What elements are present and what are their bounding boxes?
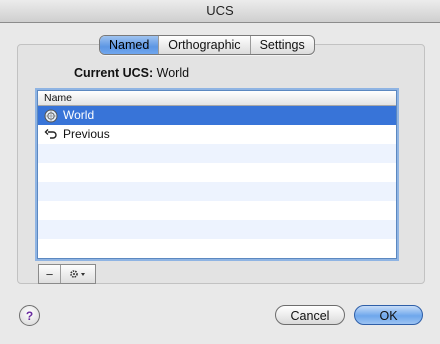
current-ucs-value: World	[156, 66, 190, 80]
window-title: UCS	[0, 0, 440, 23]
world-ucs-icon	[44, 109, 58, 123]
tab-bar: Named Orthographic Settings	[99, 35, 315, 55]
help-button[interactable]: ?	[19, 305, 40, 326]
empty-row	[38, 163, 396, 182]
remove-button[interactable]: −	[39, 265, 61, 283]
tab-orthographic[interactable]: Orthographic	[159, 36, 251, 54]
empty-row	[38, 220, 396, 239]
empty-row	[38, 182, 396, 201]
list-item-previous[interactable]: Previous	[38, 125, 396, 144]
ucs-list-rows: World Previous	[38, 106, 396, 258]
options-menu-button[interactable]	[61, 265, 95, 283]
list-item-label: World	[63, 108, 95, 122]
list-item-world[interactable]: World	[38, 106, 396, 125]
gear-icon	[68, 267, 88, 282]
empty-row	[38, 144, 396, 163]
ucs-list[interactable]: Name World Previous	[37, 90, 397, 259]
cancel-button[interactable]: Cancel	[275, 305, 345, 325]
current-ucs-label: Current UCS:	[74, 66, 154, 80]
ucs-dialog: UCS Named Orthographic Settings Current …	[0, 0, 440, 344]
current-ucs: Current UCS: World	[74, 66, 189, 80]
list-action-bar: −	[38, 264, 96, 284]
tab-named[interactable]: Named	[100, 36, 160, 54]
tab-settings[interactable]: Settings	[251, 36, 314, 54]
ok-button[interactable]: OK	[354, 305, 423, 325]
empty-row	[38, 239, 396, 258]
column-header-name[interactable]: Name	[38, 91, 396, 106]
undo-arrow-icon	[44, 128, 58, 142]
empty-row	[38, 201, 396, 220]
list-item-label: Previous	[63, 127, 110, 141]
